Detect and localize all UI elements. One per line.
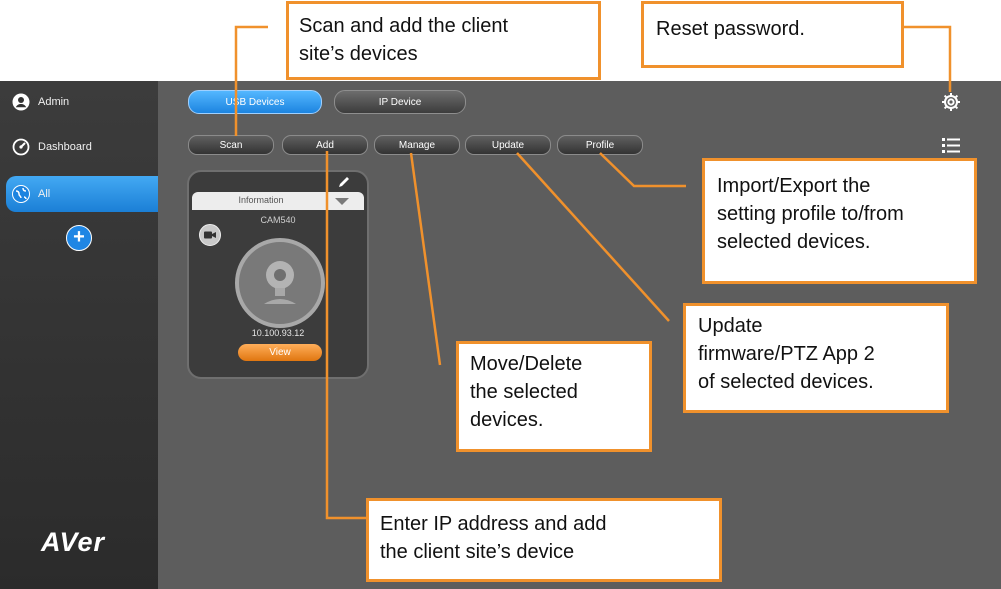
callout-scan: Scan and add the client site’s devices xyxy=(286,1,601,80)
callout-manage: Move/Delete the selected devices. xyxy=(456,341,652,452)
globe-icon xyxy=(12,185,30,203)
callout-text: devices. xyxy=(470,409,544,431)
callout-text: Import/Export the xyxy=(717,175,871,197)
callout-text: setting profile to/from xyxy=(717,203,904,225)
profile-button[interactable]: Profile xyxy=(557,135,643,155)
scan-button[interactable]: Scan xyxy=(188,135,274,155)
sidebar-item-all-content[interactable]: All xyxy=(12,181,50,207)
callout-text: firmware/PTZ App 2 xyxy=(698,343,875,365)
callout-reset-password: Reset password. xyxy=(641,1,904,68)
sidebar-item-label: Admin xyxy=(38,96,70,108)
callout-text: Move/Delete xyxy=(470,353,583,375)
callout-text: the selected xyxy=(470,381,578,403)
callout-add: Enter IP address and add the client site… xyxy=(366,498,722,582)
callout-text: Update xyxy=(698,315,763,337)
add-button[interactable]: Add xyxy=(282,135,368,155)
callout-update: Update firmware/PTZ App 2 of selected de… xyxy=(683,303,949,413)
manage-button[interactable]: Manage xyxy=(374,135,460,155)
sidebar-item-label: Dashboard xyxy=(38,141,92,153)
aver-logo: AVer xyxy=(41,527,106,557)
video-camera-icon xyxy=(199,224,221,246)
callout-profile: Import/Export the setting profile to/fro… xyxy=(702,158,977,284)
device-info-tab-label: Information xyxy=(238,195,284,205)
tab-usb-devices[interactable]: USB Devices xyxy=(188,90,322,114)
device-card[interactable]: Information CAM540 10.100.93.12 View xyxy=(187,170,369,379)
add-group-button[interactable]: + xyxy=(66,225,92,251)
sidebar-item-dashboard[interactable]: Dashboard xyxy=(12,134,92,160)
sidebar-item-label: All xyxy=(38,188,51,200)
sidebar-item-admin[interactable]: Admin xyxy=(12,89,69,115)
callout-text: of selected devices. xyxy=(698,371,874,393)
gear-icon[interactable] xyxy=(940,91,962,113)
pencil-icon[interactable] xyxy=(337,175,351,189)
device-info-tab[interactable]: Information xyxy=(192,192,364,210)
camera-name: CAM540 xyxy=(260,215,296,225)
callout-text: site’s devices xyxy=(299,43,418,65)
callout-text: selected devices. xyxy=(717,231,871,253)
list-view-icon[interactable] xyxy=(940,136,962,154)
callout-text: Scan and add the client xyxy=(299,15,509,37)
chevron-down-icon[interactable] xyxy=(335,198,349,205)
device-ip-address: 10.100.93.12 xyxy=(251,328,305,338)
view-button[interactable]: View xyxy=(238,344,322,361)
callout-text: the client site’s device xyxy=(380,541,575,563)
user-icon xyxy=(12,93,30,111)
callout-text: Reset password. xyxy=(656,18,805,40)
callout-text: Enter IP address and add xyxy=(380,513,607,535)
update-button[interactable]: Update xyxy=(465,135,551,155)
webcam-image xyxy=(235,238,325,328)
dashboard-icon xyxy=(12,138,30,156)
tab-ip-device[interactable]: IP Device xyxy=(334,90,466,114)
